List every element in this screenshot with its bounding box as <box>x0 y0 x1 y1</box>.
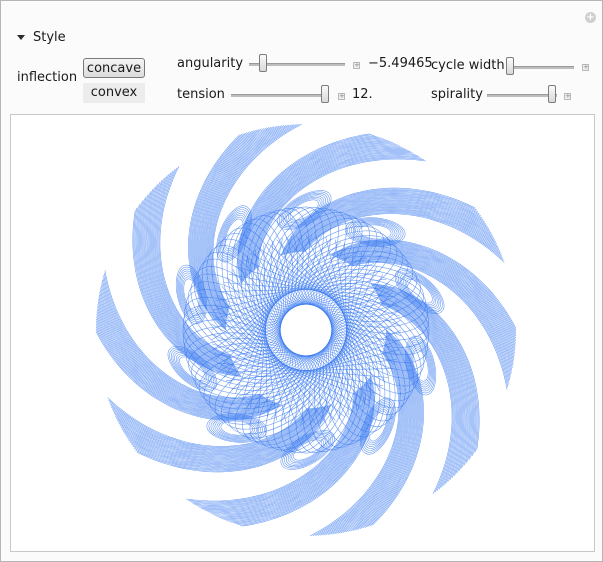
cycle-width-expand-icon[interactable]: + <box>582 64 589 71</box>
angularity-slider-thumb[interactable] <box>259 54 267 72</box>
manipulate-panel: + Style inflection concave convex angula… <box>0 0 603 562</box>
inflection-concave-button[interactable]: concave <box>83 58 145 78</box>
tension-label: tension <box>177 87 225 102</box>
angularity-expand-icon[interactable]: + <box>353 62 360 69</box>
disclosure-triangle-icon <box>17 34 25 40</box>
style-section-toggle[interactable]: Style <box>17 29 66 45</box>
spirality-slider-track[interactable] <box>487 94 557 97</box>
panel-options-icon[interactable]: + <box>585 12 596 23</box>
inflection-label: inflection <box>17 70 78 85</box>
spirality-slider-thumb[interactable] <box>548 85 556 103</box>
angularity-label: angularity <box>177 56 244 71</box>
spirality-label: spirality <box>431 87 483 102</box>
inflection-convex-button[interactable]: convex <box>83 83 145 103</box>
cycle-width-slider-track[interactable] <box>506 66 574 69</box>
spirograph-curves <box>95 123 517 537</box>
spirality-expand-icon[interactable]: + <box>564 93 571 100</box>
tension-value: 12. <box>352 87 373 102</box>
output-plot-frame <box>10 114 595 552</box>
spirograph-plot <box>95 123 517 537</box>
tension-slider-thumb[interactable] <box>321 85 329 103</box>
angularity-value: −5.49465 <box>368 56 433 71</box>
tension-expand-icon[interactable]: + <box>338 93 345 100</box>
tension-slider-track[interactable] <box>231 94 329 97</box>
cycle-width-slider-thumb[interactable] <box>506 57 514 75</box>
section-title: Style <box>33 29 66 45</box>
cycle-width-label: cycle width <box>431 58 505 73</box>
